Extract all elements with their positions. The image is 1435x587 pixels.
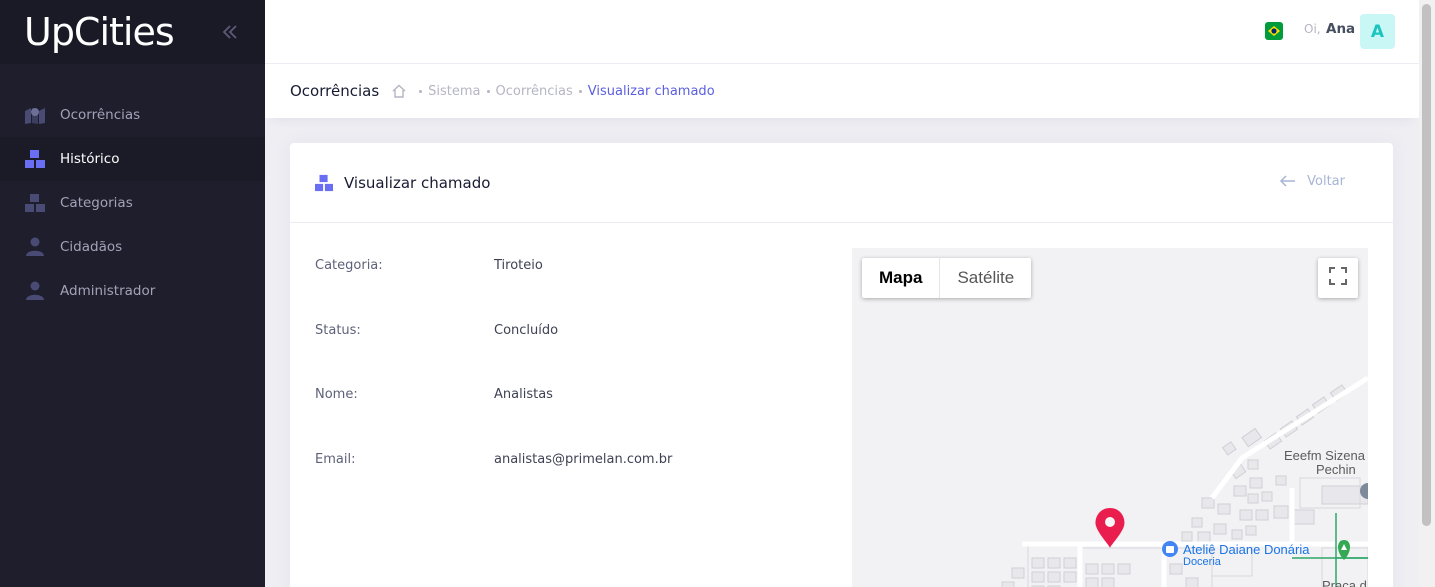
sidebar-item-ocorrencias[interactable]: Ocorrências xyxy=(0,93,265,137)
username[interactable]: Ana xyxy=(1326,21,1355,37)
greeting-text: Oi, xyxy=(1304,22,1321,36)
field-label: Status: xyxy=(315,322,361,338)
sidebar-item-label: Ocorrências xyxy=(60,107,141,123)
breadcrumb-ocorrencias[interactable]: Ocorrências xyxy=(481,84,573,99)
breadcrumb-label: Sistema xyxy=(428,83,481,99)
card-title: Visualizar chamado xyxy=(344,173,491,192)
detail-fields: Categoria: Tiroteio Status: Concluído No… xyxy=(315,258,672,516)
breadcrumb-visualizar-chamado[interactable]: Visualizar chamado xyxy=(573,84,715,99)
field-row-nome: Nome: Analistas xyxy=(315,387,672,452)
field-label: Email: xyxy=(315,451,356,467)
field-row-categoria: Categoria: Tiroteio xyxy=(315,258,672,323)
map-type-mapa[interactable]: Mapa xyxy=(862,258,941,298)
boxes-icon xyxy=(314,173,334,193)
field-row-email: Email: analistas@primelan.com.br xyxy=(315,452,672,517)
top-header: Oi, Ana A xyxy=(265,0,1419,64)
fullscreen-button[interactable] xyxy=(1318,258,1358,298)
field-value: Analistas xyxy=(494,387,553,402)
sidebar-item-label: Categorias xyxy=(60,195,133,211)
map-label-square: Praça d xyxy=(1322,578,1367,587)
sidebar: UpCities Ocorrências Histórico Categoria… xyxy=(0,0,265,587)
sidebar-item-categorias[interactable]: Categorias xyxy=(0,181,265,225)
sidebar-item-administrador[interactable]: Administrador xyxy=(0,269,265,313)
boxes-icon xyxy=(24,148,46,170)
sidebar-menu: Ocorrências Histórico Categorias Cidadão… xyxy=(0,64,265,313)
map-canvas[interactable] xyxy=(852,248,1368,587)
sidebar-item-label: Cidadãos xyxy=(60,239,123,255)
user-icon xyxy=(24,280,46,302)
breadcrumb-sistema[interactable]: Sistema xyxy=(413,83,481,99)
map-type-control: Mapa Satélite xyxy=(862,258,1032,298)
sidebar-item-historico[interactable]: Histórico xyxy=(0,137,265,181)
back-label: Voltar xyxy=(1307,173,1345,189)
field-row-status: Status: Concluído xyxy=(315,323,672,388)
scrollbar-thumb[interactable] xyxy=(1422,4,1431,526)
sidebar-item-cidadaos[interactable]: Cidadãos xyxy=(0,225,265,269)
boxes-icon xyxy=(24,192,46,214)
page-scrollbar[interactable] xyxy=(1419,0,1435,587)
brand-bar: UpCities xyxy=(0,0,265,64)
map-label-school: Eeefm Sizena xyxy=(1284,448,1365,463)
field-label: Categoria: xyxy=(315,258,383,273)
card-header: Visualizar chamado Voltar xyxy=(290,143,1393,223)
home-icon[interactable] xyxy=(391,83,407,99)
arrow-left-icon xyxy=(1279,172,1297,190)
fullscreen-icon xyxy=(1329,267,1347,289)
back-button[interactable]: Voltar xyxy=(1279,172,1345,190)
map-type-satelite[interactable]: Satélite xyxy=(940,258,1031,298)
sidebar-item-label: Administrador xyxy=(60,283,156,299)
brand-logo[interactable]: UpCities xyxy=(24,13,175,51)
map-label-poi[interactable]: Ateliê Daiane Donária xyxy=(1183,542,1309,557)
location-map[interactable]: Mapa Satélite Eeefm Sizena Pechin Ateliê… xyxy=(852,248,1368,587)
field-value: Concluído xyxy=(494,322,559,338)
detail-card: Visualizar chamado Voltar Categoria: Tir… xyxy=(290,143,1393,587)
collapse-sidebar-icon[interactable] xyxy=(221,23,239,41)
subheader: Ocorrências Sistema Ocorrências Visualiz… xyxy=(265,64,1419,118)
breadcrumb-label: Ocorrências xyxy=(495,83,573,99)
field-value: analistas@primelan.com.br xyxy=(494,451,673,467)
map-marker-icon xyxy=(24,104,46,126)
map-label-school-2: Pechin xyxy=(1316,462,1356,477)
sidebar-item-label: Histórico xyxy=(60,151,120,167)
field-value: Tiroteio xyxy=(494,258,543,273)
user-icon xyxy=(24,236,46,258)
map-label-poi-category: Doceria xyxy=(1183,556,1221,568)
page-title: Ocorrências xyxy=(290,82,380,100)
avatar[interactable]: A xyxy=(1360,14,1395,49)
breadcrumb-label: Visualizar chamado xyxy=(587,83,715,99)
field-label: Nome: xyxy=(315,387,358,402)
brazil-flag-icon[interactable] xyxy=(1265,22,1283,40)
